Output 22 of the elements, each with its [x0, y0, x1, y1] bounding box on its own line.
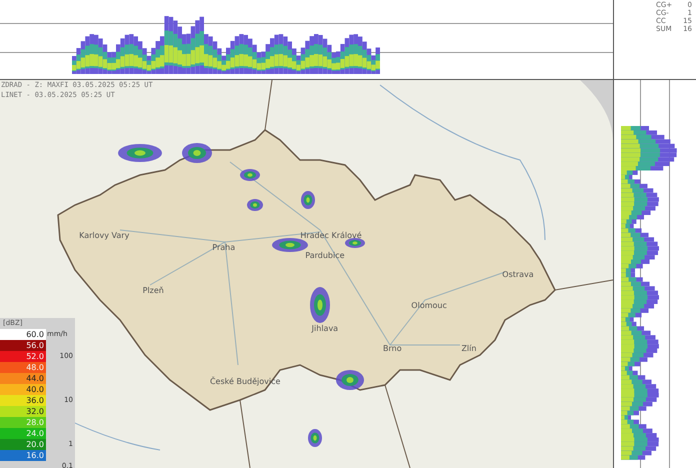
city-label: Zlín [461, 344, 476, 353]
city-label: Karlovy Vary [79, 231, 130, 240]
legend-swatch: 20.0 [0, 439, 46, 450]
city-label: Praha [212, 242, 236, 252]
legend-swatch: 36.0 [0, 395, 46, 406]
legend-swatch: 40.0 [0, 384, 46, 395]
legend-swatch: 44.0 [0, 373, 46, 384]
city-label: Jihlava [312, 324, 338, 334]
legend-swatch: 60.0 [0, 329, 46, 340]
legend-swatch: 48.0 [0, 362, 46, 373]
city-label: Olomouc [411, 301, 447, 310]
city-label: Plzeň [142, 286, 164, 295]
legend-swatch: 56.0 [0, 340, 46, 351]
city-label: Pardubice [305, 250, 345, 260]
legend-swatch: 24.0 [0, 428, 46, 439]
city-label: Hradec Králové [300, 231, 362, 240]
legend-swatch: 16.0 [0, 450, 46, 461]
city-label: Brno [383, 344, 402, 353]
city-label: Ostrava [502, 270, 534, 280]
legend-swatch: 32.0 [0, 406, 46, 417]
legend-swatch: 52.0 [0, 351, 46, 362]
legend-swatch: 28.0 [0, 417, 46, 428]
